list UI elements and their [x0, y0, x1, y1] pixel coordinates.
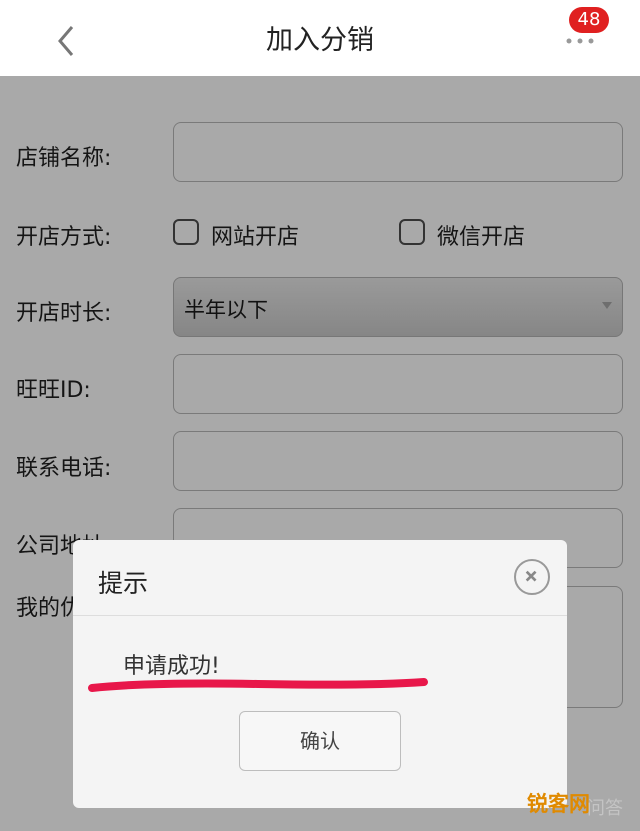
open-method-label: 开店方式: — [16, 225, 112, 250]
dialog-divider — [73, 615, 567, 616]
confirm-button[interactable]: 确认 — [239, 711, 401, 771]
dialog-title: 提示 — [98, 569, 149, 598]
wechat-open-checkbox[interactable] — [399, 219, 425, 245]
duration-selected-value: 半年以下 — [184, 298, 268, 322]
alert-dialog: 提示 申请成功! 确认 — [73, 540, 567, 808]
shop-name-label: 店铺名称: — [16, 146, 112, 171]
watermark-text: 问答 — [587, 798, 623, 819]
duration-label: 开店时长: — [16, 301, 112, 326]
watermark: 锐客网 问答 — [527, 788, 637, 822]
shop-name-input[interactable] — [173, 122, 623, 182]
duration-select[interactable]: 半年以下 — [173, 277, 623, 337]
phone-label: 联系电话: — [16, 456, 112, 481]
wangwang-input[interactable] — [173, 354, 623, 414]
wangwang-label: 旺旺ID: — [16, 378, 91, 403]
phone-input[interactable] — [173, 431, 623, 491]
wechat-open-label: 微信开店 — [437, 225, 526, 250]
watermark-brand: 锐客网 — [527, 792, 590, 816]
top-navigation-bar: 加入分销 48 — [0, 0, 640, 76]
dropdown-arrow-icon — [602, 302, 612, 309]
website-open-checkbox[interactable] — [173, 219, 199, 245]
website-open-label: 网站开店 — [211, 225, 300, 250]
page-title: 加入分销 — [266, 25, 374, 56]
notification-badge: 48 — [569, 7, 609, 33]
close-circle-icon[interactable] — [514, 559, 550, 595]
more-dots-icon[interactable] — [565, 38, 595, 44]
red-underline-annotation — [88, 678, 428, 692]
